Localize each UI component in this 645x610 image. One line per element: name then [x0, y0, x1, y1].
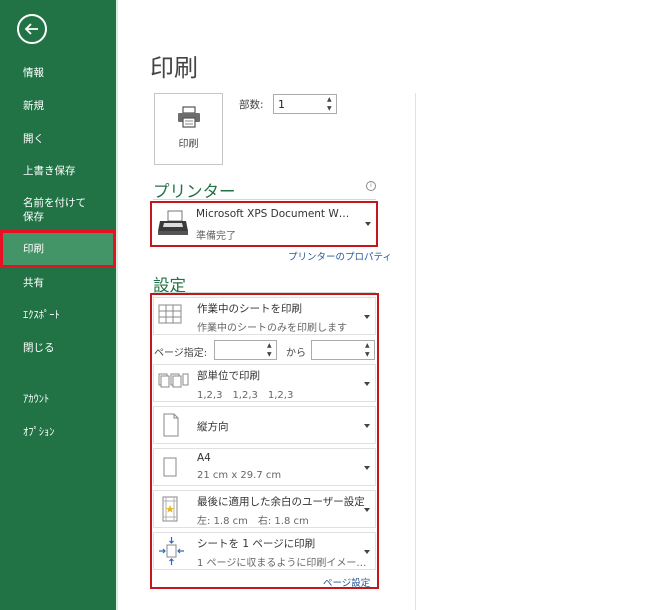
info-icon[interactable]: i [366, 181, 376, 191]
nav-print[interactable]: 印刷 [0, 230, 116, 268]
print-scope-main: 作業中のシートを印刷 [197, 301, 302, 316]
nav-export[interactable]: ｴｸｽﾎﾟｰﾄ [0, 308, 116, 322]
sidebar-edge [116, 0, 118, 610]
collate-pages-icon [157, 368, 191, 396]
arrow-left-icon [24, 21, 40, 37]
chevron-down-icon [364, 382, 370, 386]
paper-size-sub: 21 cm x 29.7 cm [197, 470, 281, 481]
chevron-down-icon [364, 466, 370, 470]
scaling-main: シートを 1 ページに印刷 [197, 536, 315, 551]
pages-to-input[interactable]: ▲ ▼ [311, 340, 375, 360]
up-arrow-icon[interactable]: ▲ [327, 97, 332, 103]
preview-divider [415, 93, 416, 610]
printer-properties-link[interactable]: プリンターのプロパティ [288, 249, 392, 263]
sheet-grid-icon [157, 301, 185, 329]
nav-close[interactable]: 閉じる [0, 341, 116, 355]
paper-size-icon [157, 452, 185, 482]
printer-device-icon [156, 207, 190, 239]
chevron-down-icon [365, 222, 371, 226]
margins-dropdown[interactable]: 最後に適用した余白のユーザー設定 左: 1.8 cm 右: 1.8 cm [153, 490, 376, 528]
nav-new[interactable]: 新規 [0, 99, 116, 113]
paper-size-dropdown[interactable]: A4 21 cm x 29.7 cm [153, 448, 376, 486]
up-arrow-icon[interactable]: ▲ [365, 343, 370, 349]
down-arrow-icon[interactable]: ▼ [365, 352, 370, 358]
orientation-dropdown[interactable]: 縦方向 [153, 406, 376, 444]
collate-main: 部単位で印刷 [197, 368, 260, 383]
pages-from-stepper[interactable]: ▲ ▼ [265, 341, 276, 359]
page-title: 印刷 [150, 48, 198, 83]
nav-save-as[interactable]: 名前を付けて 保存 [0, 196, 116, 224]
backstage-sidebar: 情報 新規 開く 上書き保存 名前を付けて 保存 印刷 共有 ｴｸｽﾎﾟｰﾄ 閉… [0, 0, 116, 610]
margins-main: 最後に適用した余白のユーザー設定 [197, 494, 365, 509]
print-button-label: 印刷 [155, 135, 222, 150]
back-button[interactable] [17, 14, 47, 44]
down-arrow-icon[interactable]: ▼ [267, 352, 272, 358]
pages-to-stepper[interactable]: ▲ ▼ [363, 341, 374, 359]
printer-dropdown[interactable]: Microsoft XPS Document W… 準備完了 [153, 204, 376, 244]
margins-star-icon [157, 494, 185, 524]
printer-icon [177, 106, 201, 128]
nav-open[interactable]: 開く [0, 132, 116, 146]
scaling-sub: 1 ページに収まるように印刷イメー… [197, 554, 366, 569]
paper-size-main: A4 [197, 452, 211, 464]
orientation-main: 縦方向 [197, 419, 229, 434]
printer-section-line [153, 199, 376, 200]
pages-label: ページ指定: [154, 344, 207, 359]
fit-to-page-icon [157, 536, 187, 566]
print-scope-dropdown[interactable]: 作業中のシートを印刷 作業中のシートのみを印刷します [153, 297, 376, 335]
printer-status: 準備完了 [196, 227, 236, 242]
collate-dropdown[interactable]: 部単位で印刷 1,2,3 1,2,3 1,2,3 [153, 364, 376, 402]
chevron-down-icon [364, 315, 370, 319]
chevron-down-icon [364, 550, 370, 554]
print-button[interactable]: 印刷 [154, 93, 223, 165]
copies-value: 1 [278, 98, 285, 111]
scaling-dropdown[interactable]: シートを 1 ページに印刷 1 ページに収まるように印刷イメー… [153, 532, 376, 570]
pages-to-label: から [286, 344, 306, 359]
copies-input[interactable]: 1 ▲ ▼ [273, 94, 337, 114]
page-setup-link[interactable]: ページ設定 [323, 575, 370, 589]
chevron-down-icon [364, 424, 370, 428]
nav-save[interactable]: 上書き保存 [0, 164, 116, 178]
nav-share[interactable]: 共有 [0, 276, 116, 290]
copies-label: 部数: [239, 97, 264, 112]
print-scope-sub: 作業中のシートのみを印刷します [197, 319, 347, 334]
pages-from-input[interactable]: ▲ ▼ [214, 340, 277, 360]
nav-info[interactable]: 情報 [0, 66, 116, 80]
nav-account[interactable]: ｱｶｳﾝﾄ [0, 392, 116, 406]
printer-name: Microsoft XPS Document W… [196, 208, 349, 220]
collate-sub: 1,2,3 1,2,3 1,2,3 [197, 386, 293, 401]
up-arrow-icon[interactable]: ▲ [267, 343, 272, 349]
margins-sub: 左: 1.8 cm 右: 1.8 cm [197, 512, 309, 527]
portrait-page-icon [157, 410, 185, 440]
down-arrow-icon[interactable]: ▼ [327, 106, 332, 112]
chevron-down-icon [364, 508, 370, 512]
copies-stepper[interactable]: ▲ ▼ [325, 95, 336, 113]
nav-options[interactable]: ｵﾌﾟｼｮﾝ [0, 425, 116, 439]
